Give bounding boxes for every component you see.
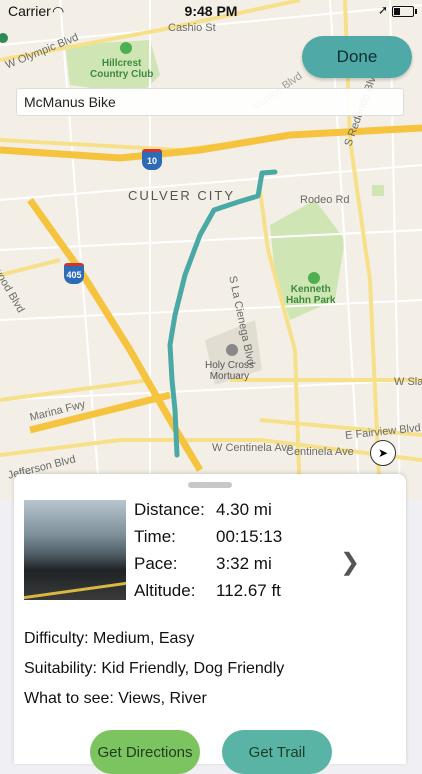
get-trail-button[interactable]: Get Trail — [222, 730, 332, 774]
done-button[interactable]: Done — [302, 36, 412, 78]
stat-label: Altitude: — [134, 580, 196, 600]
chevron-right-icon[interactable]: ❯ — [340, 548, 360, 577]
status-bar: Carrier ◠ 9:48 PM ➚ — [0, 0, 422, 22]
map-label-cashio: Cashio St — [168, 22, 216, 34]
location-services-icon: ➚ — [377, 3, 388, 17]
map-label-centinela-2: Centinela Ave — [286, 446, 354, 458]
stat-label: Distance: — [134, 499, 205, 519]
location-arrow-icon[interactable]: ➤ — [370, 440, 396, 466]
map-label-kenneth-hahn: Kenneth Hahn Park — [286, 284, 336, 306]
what-to-see-text: What to see: Views, River — [24, 690, 207, 707]
stat-pace: Pace: 3:32 mi — [134, 550, 282, 577]
sheet-drag-handle[interactable] — [188, 482, 232, 488]
interstate-405-shield: 405 — [64, 263, 84, 284]
route-detail-sheet: Distance: 4.30 mi Time: 00:15:13 Pace: 3… — [14, 474, 406, 774]
route-name-field[interactable]: McManus Bike — [16, 88, 404, 116]
stat-value: 4.30 mi — [216, 499, 272, 519]
route-stats: Distance: 4.30 mi Time: 00:15:13 Pace: 3… — [134, 496, 282, 604]
difficulty-text: Difficulty: Medium, Easy — [24, 630, 195, 647]
stat-time: Time: 00:15:13 — [134, 523, 282, 550]
stat-altitude: Altitude: 112.67 ft — [134, 577, 282, 604]
map-label-slau: W Slau — [394, 376, 422, 388]
stat-value: 112.67 ft — [216, 580, 281, 600]
suitability-text: Suitability: Kid Friendly, Dog Friendly — [24, 660, 285, 677]
stat-value: 00:15:13 — [216, 526, 283, 546]
map-label-culver-city: CULVER CITY — [128, 188, 235, 203]
stat-label: Time: — [134, 526, 176, 546]
stat-label: Pace: — [134, 553, 178, 573]
map-label-hillcrest: Hillcrest Country Club — [90, 58, 154, 80]
stat-distance: Distance: 4.30 mi — [134, 496, 282, 523]
route-details: Difficulty: Medium, Easy Suitability: Ki… — [24, 624, 284, 714]
status-time: 9:48 PM — [184, 3, 238, 19]
get-directions-button[interactable]: Get Directions — [90, 730, 200, 774]
map-label-centinela: W Centinela Ave — [212, 442, 294, 454]
route-photo[interactable] — [24, 500, 126, 600]
map-label-rodeo: Rodeo Rd — [300, 194, 350, 206]
stat-value: 3:32 mi — [216, 553, 272, 573]
map-label-holy-cross: Holy Cross Mortuary — [205, 360, 254, 382]
battery-icon — [392, 6, 417, 17]
interstate-10-shield: 10 — [142, 149, 162, 170]
